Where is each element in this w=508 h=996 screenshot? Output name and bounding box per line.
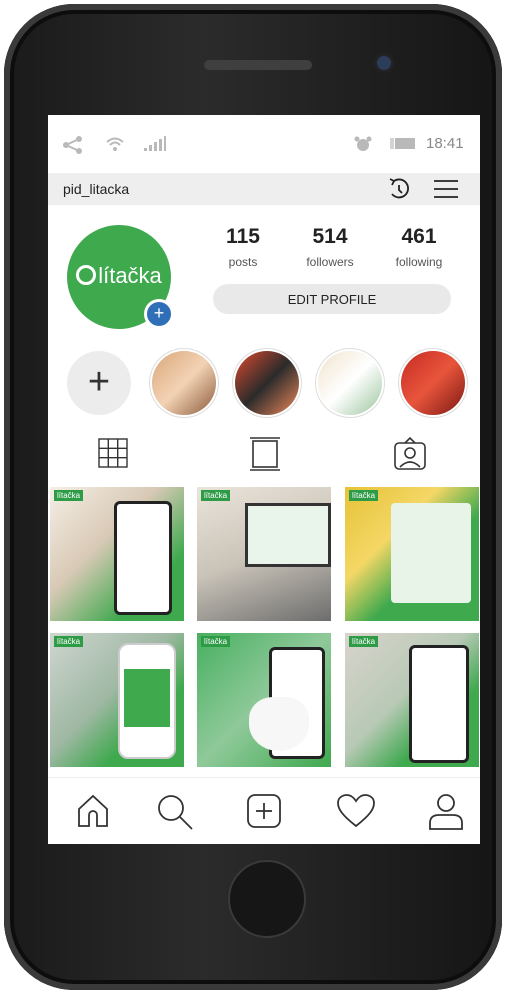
status-bar: 18:41 — [48, 115, 480, 173]
highlight-story[interactable] — [401, 351, 465, 415]
app-screen: 18:41 pid_litacka lítačka + 115 posts 51… — [48, 115, 480, 844]
username: pid_litacka — [63, 181, 130, 197]
stat-label: following — [395, 255, 443, 269]
stat-followers[interactable]: 514 followers — [290, 225, 370, 269]
post-brand-label: lítačka — [54, 636, 84, 647]
stat-value: 514 — [312, 225, 348, 248]
profile-section: lítačka + 115 posts 514 followers 461 fo… — [48, 205, 480, 345]
home-button[interactable] — [228, 860, 306, 938]
highlight-story[interactable] — [152, 351, 216, 415]
feed-icon[interactable] — [249, 437, 281, 471]
highlight-story[interactable] — [235, 351, 299, 415]
history-icon[interactable] — [387, 176, 411, 202]
phone-mockup — [409, 645, 469, 763]
stat-label: posts — [228, 255, 258, 269]
tagged-icon[interactable] — [393, 437, 427, 471]
add-post-icon[interactable] — [246, 793, 282, 829]
status-time: 18:41 — [426, 135, 464, 152]
stat-following[interactable]: 461 following — [379, 225, 459, 269]
stat-value: 115 — [226, 225, 260, 248]
post-brand-label: lítačka — [349, 490, 379, 501]
stat-posts[interactable]: 115 posts — [203, 225, 283, 269]
home-icon[interactable] — [75, 793, 111, 829]
post-thumbnail[interactable]: lítačka — [50, 633, 184, 767]
profile-header: pid_litacka — [48, 173, 480, 205]
front-camera — [377, 56, 391, 70]
stat-label: followers — [306, 255, 354, 269]
speaker — [204, 60, 312, 70]
post-thumbnail[interactable]: lítačka — [197, 633, 331, 767]
signal-icon — [144, 136, 166, 151]
share-icon — [63, 136, 82, 154]
alarm-icon — [354, 136, 372, 151]
phone-mockup — [118, 643, 176, 759]
battery-icon — [390, 138, 415, 149]
search-icon[interactable] — [156, 793, 194, 831]
grid-icon[interactable] — [97, 437, 129, 469]
menu-icon[interactable] — [432, 176, 460, 202]
profile-icon[interactable] — [427, 793, 465, 831]
highlight-story[interactable] — [318, 351, 382, 415]
profile-tabs — [48, 433, 480, 477]
add-story-badge[interactable]: + — [144, 299, 174, 329]
laptop-mockup — [245, 503, 331, 567]
post-thumbnail[interactable]: lítačka — [50, 487, 184, 621]
logo-mark-icon — [76, 265, 97, 285]
edit-profile-button[interactable]: EDIT PROFILE — [213, 284, 451, 314]
heart-icon[interactable] — [336, 793, 376, 829]
post-brand-label: lítačka — [349, 636, 379, 647]
post-brand-label: lítačka — [201, 490, 231, 501]
post-grid: lítačka lítačka lítačka lítačka lítačka … — [48, 487, 480, 772]
new-highlight-button[interactable]: + — [67, 351, 131, 415]
chat-mockup — [391, 503, 471, 603]
face-mask — [249, 697, 309, 751]
wifi-icon — [106, 137, 124, 151]
post-brand-label: lítačka — [201, 636, 231, 647]
logo-text: lítačka — [98, 263, 162, 288]
post-thumbnail[interactable]: lítačka — [345, 487, 479, 621]
post-brand-label: lítačka — [54, 490, 84, 501]
avatar-logo: lítačka — [67, 263, 171, 289]
post-thumbnail[interactable]: lítačka — [197, 487, 331, 621]
bottom-navigation — [48, 777, 480, 844]
phone-mockup — [114, 501, 172, 615]
story-highlights: + — [48, 349, 480, 421]
stat-value: 461 — [401, 225, 437, 248]
post-thumbnail[interactable]: lítačka — [345, 633, 479, 767]
